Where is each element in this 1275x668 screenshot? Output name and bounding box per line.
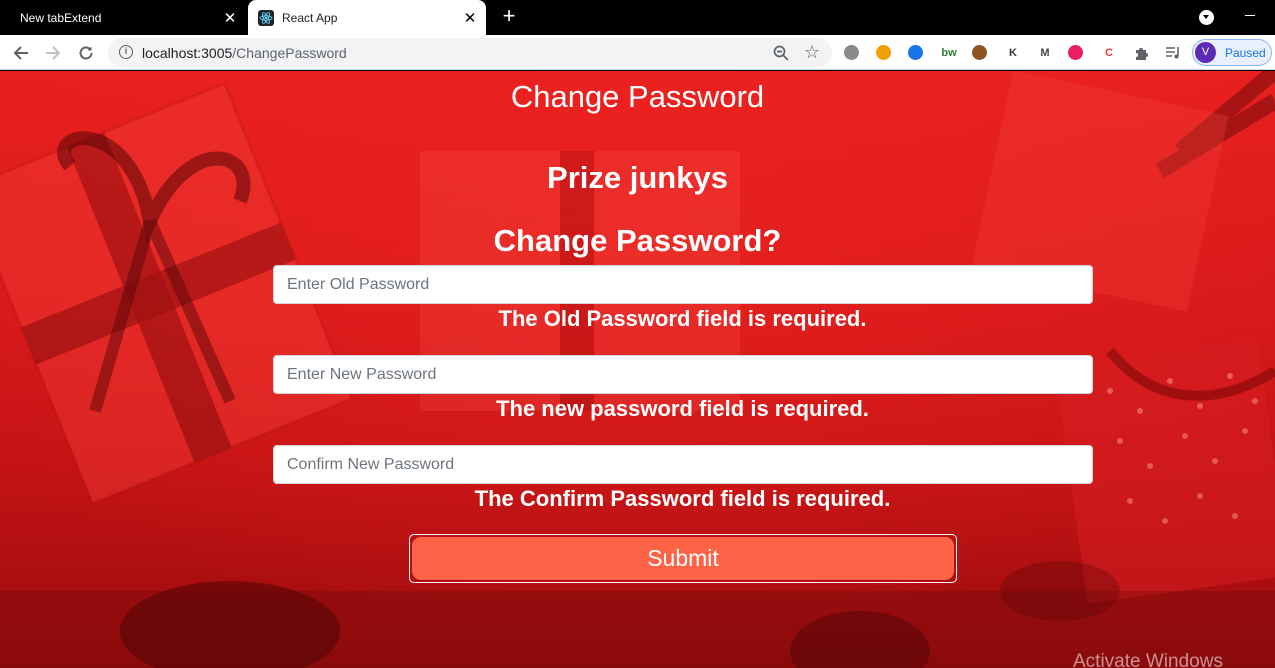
page-content: Change Password Prize junkys Change Pass…	[0, 71, 1275, 668]
submit-button-frame: Submit	[409, 534, 957, 583]
ext-c-icon[interactable]: C	[1100, 44, 1118, 62]
ext-color-circle-icon[interactable]	[1068, 45, 1083, 60]
ext-bw-icon[interactable]: bw	[940, 44, 958, 62]
form-heading: Change Password?	[493, 223, 782, 258]
bookmark-star-icon[interactable]: ☆	[802, 42, 822, 62]
ext-person-check-icon[interactable]	[876, 45, 891, 60]
avatar: V	[1195, 42, 1216, 63]
minimize-window-icon[interactable]	[1245, 15, 1255, 16]
activate-windows-watermark: Activate Windows	[1073, 651, 1223, 668]
ext-photo-icon[interactable]	[844, 45, 859, 60]
tab-strip: New tabExtend ✕ React App ✕ +	[0, 0, 1275, 35]
browser-toolbar: i localhost:3005/ChangePassword ☆ bw K M C …	[0, 35, 1275, 70]
address-bar[interactable]: i localhost:3005/ChangePassword ☆	[108, 38, 832, 67]
old-password-field[interactable]	[273, 265, 1093, 304]
tab-react-app[interactable]: React App ✕	[248, 0, 486, 35]
back-arrow-icon[interactable]	[9, 41, 33, 65]
react-logo-icon	[258, 9, 274, 26]
url-path: /ChangePassword	[232, 45, 347, 61]
profile-status: Paused	[1225, 45, 1266, 60]
close-tab-icon[interactable]: ✕	[216, 9, 244, 27]
ext-m-icon[interactable]: M	[1036, 44, 1054, 62]
close-tab-icon[interactable]: ✕	[456, 9, 484, 27]
url-host: localhost:3005	[142, 45, 233, 61]
profile-button[interactable]: V Paused	[1192, 39, 1272, 66]
confirm-password-field[interactable]	[273, 445, 1093, 484]
reload-icon[interactable]	[74, 41, 98, 65]
new-password-field[interactable]	[273, 355, 1093, 394]
new-tab-plus-icon[interactable]: +	[498, 5, 520, 28]
tab-new-tab[interactable]: New tabExtend ✕	[0, 0, 246, 35]
url-text[interactable]: localhost:3005/ChangePassword	[142, 45, 347, 61]
extensions-puzzle-icon[interactable]	[1130, 41, 1154, 65]
ext-cookie-icon[interactable]	[972, 45, 987, 60]
brand-title: Prize junkys	[547, 160, 728, 195]
ext-k-icon[interactable]: K	[1004, 44, 1022, 62]
tab-label: New tabExtend	[20, 10, 102, 25]
submit-button[interactable]: Submit	[412, 537, 954, 580]
forward-arrow-icon[interactable]	[41, 41, 65, 65]
media-queue-icon[interactable]	[1162, 41, 1186, 65]
app-header-title: Change Password	[510, 79, 765, 114]
site-info-icon[interactable]: i	[119, 45, 133, 59]
confirm-password-error: The Confirm Password field is required.	[474, 486, 891, 511]
new-password-error: The new password field is required.	[496, 396, 869, 421]
ext-check-circle-icon[interactable]	[908, 45, 923, 60]
tab-search-icon[interactable]	[1199, 10, 1214, 25]
tab-label: React App	[282, 10, 338, 25]
zoom-icon[interactable]	[772, 44, 790, 62]
old-password-error: The Old Password field is required.	[498, 306, 867, 331]
